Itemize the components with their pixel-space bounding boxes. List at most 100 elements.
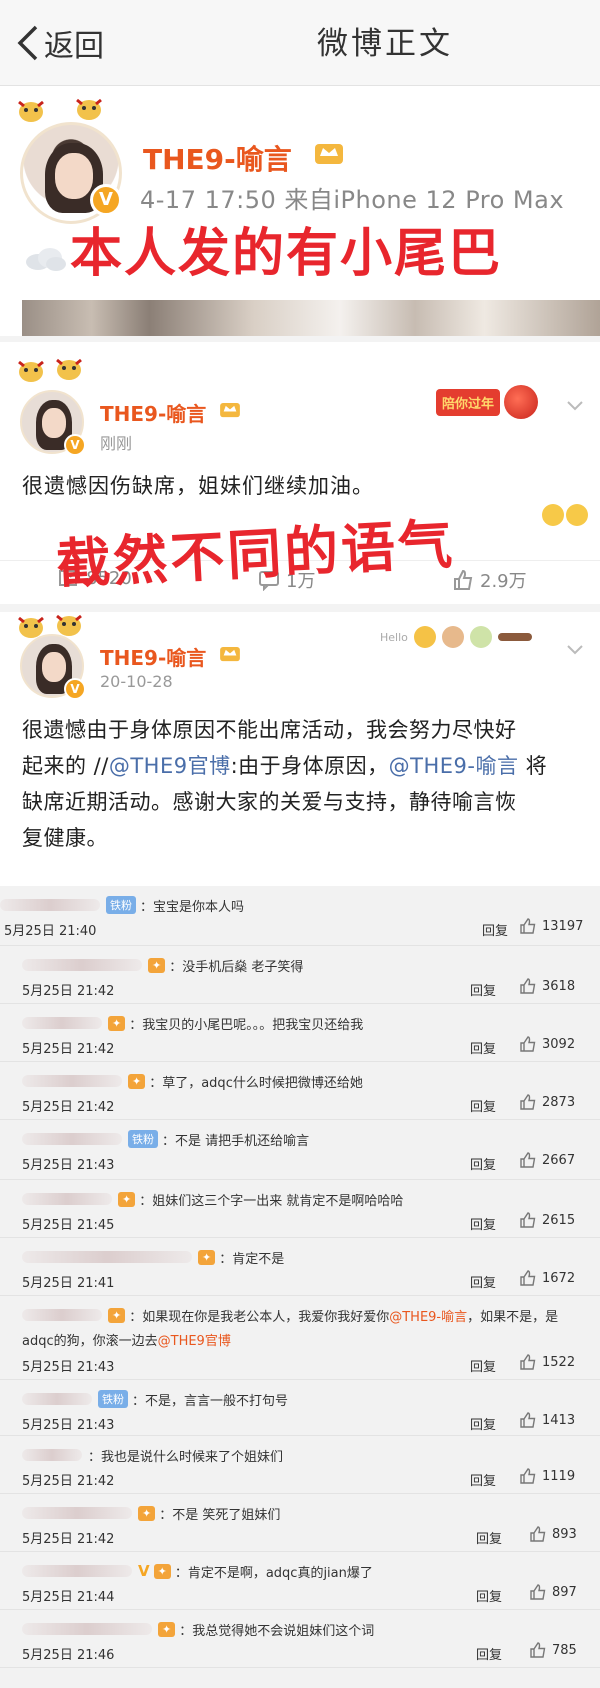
comment-text: ：不是，言言一般不打句号 [132, 1390, 288, 1409]
comment-line: ✦ ：不是 笑死了姐妹们 [22, 1504, 280, 1523]
thumbs-up-icon [520, 978, 536, 994]
comment-like-count: 3092 [542, 1036, 576, 1052]
comment-line: ✦ ：没手机后燊 老子笑得 [22, 956, 304, 975]
reply-button[interactable]: 回复 [470, 1356, 496, 1375]
comment-date: 5月25日 21:46 [22, 1648, 115, 1663]
reply-button[interactable]: 回复 [476, 1586, 502, 1605]
comment-like-button[interactable]: 13197 [520, 918, 583, 934]
thumbs-up-icon [520, 918, 536, 934]
blurred-username[interactable] [22, 1507, 132, 1519]
mention-link[interactable]: @THE9官博 [109, 754, 231, 778]
reply-button[interactable]: 回复 [476, 1644, 502, 1663]
comment-date: 5月25日 21:42 [22, 1100, 115, 1115]
post-body-line: 复健康。 [22, 826, 108, 850]
post-body-line: 起来的 //@THE9官博:由于身体原因，@THE9-喻言 将 [22, 748, 582, 784]
comment-text: ：草了，adqc什么时候把微博还给她 [149, 1072, 363, 1091]
comment-like-button[interactable]: 897 [530, 1584, 577, 1600]
ox-sticker-icon [56, 358, 82, 380]
fan-badge-icon: ✦ [138, 1505, 156, 1521]
comment-like-button[interactable]: 2667 [520, 1152, 575, 1168]
comment-date: 5月25日 21:45 [22, 1218, 115, 1233]
comment-text-part: ：不是 请把手机还给喻言 [162, 1133, 310, 1149]
thumbs-up-icon [530, 1526, 546, 1542]
like-button[interactable]: 2.9万 [452, 567, 527, 593]
crown-badge-icon [315, 144, 343, 164]
comment-like-button[interactable]: 2873 [520, 1094, 575, 1110]
comment-like-button[interactable]: 3092 [520, 1036, 575, 1052]
comment-date: 5月25日 21:41 [22, 1276, 115, 1291]
reply-button[interactable]: 回复 [482, 920, 508, 939]
comment-line: 铁粉 ：宝宝是你本人吗 [0, 896, 244, 915]
blurred-username[interactable] [22, 1075, 122, 1087]
comment-line: V ✦ ：肯定不是啊，adqc真的jian爆了 [22, 1562, 373, 1581]
comment-date: 5月25日 21:42 [22, 984, 115, 999]
username[interactable]: THE9-喻言 [100, 642, 206, 671]
blurred-username[interactable] [0, 899, 100, 911]
comment-line: ✦ ：我宝贝的小尾巴呢。。。把我宝贝还给我 [22, 1014, 363, 1033]
fan-badge-icon: ✦ [153, 1563, 171, 1579]
blurred-username[interactable] [22, 1449, 82, 1461]
comment-like-button[interactable]: 3618 [520, 978, 575, 994]
comment-text: ：宝宝是你本人吗 [140, 896, 244, 915]
chevron-down-icon[interactable] [566, 644, 584, 656]
comment-text-part: ：没手机后燊 老子笑得 [169, 959, 304, 975]
thumbs-up-icon [520, 1152, 536, 1168]
reply-button[interactable]: 回复 [470, 1414, 496, 1433]
fan-badge: 铁粉 [106, 896, 136, 914]
reply-button[interactable]: 回复 [470, 1096, 496, 1115]
reply-button[interactable]: 回复 [470, 1470, 496, 1489]
comment-item: ✦ ：没手机后燊 老子笑得 5月25日 21:42 回复 3618 [0, 946, 600, 1004]
comment-like-count: 13197 [542, 918, 584, 934]
crown-badge-icon [220, 647, 240, 662]
top-nav-bar: 返回 微博正文 [0, 0, 600, 86]
comment-like-button[interactable]: 1413 [520, 1412, 575, 1428]
reply-button[interactable]: 回复 [476, 1528, 502, 1547]
comment-item: 铁粉 ：不是，言言一般不打句号 5月25日 21:43 回复 1413 [0, 1380, 600, 1436]
username[interactable]: THE9-喻言 [143, 138, 292, 178]
blurred-username[interactable] [22, 1623, 152, 1635]
comment-line: ✦ ：肯定不是 [22, 1248, 284, 1267]
comment-like-count: 893 [552, 1526, 577, 1542]
fan-badge-icon: ✦ [108, 1307, 126, 1323]
comment-like-button[interactable]: 1672 [520, 1270, 575, 1286]
post-time: 20-10-28 [100, 672, 173, 691]
blurred-username[interactable] [22, 1309, 102, 1321]
reply-button[interactable]: 回复 [470, 980, 496, 999]
reply-button[interactable]: 回复 [470, 1154, 496, 1173]
blurred-username[interactable] [22, 1017, 102, 1029]
post-screenshot-1: V THE9-喻言 4-17 17:50 来自iPhone 12 Pro Max… [0, 86, 600, 336]
blurred-username[interactable] [22, 959, 142, 971]
annotation-overlay: 本人发的有小尾巴 [70, 224, 503, 284]
comment-text-part: ：我总觉得她不会说姐妹们这个词 [179, 1623, 375, 1639]
comment-date: 5月25日 21:43 [22, 1418, 115, 1433]
comment-like-button[interactable]: 2615 [520, 1212, 575, 1228]
mention-link[interactable]: @THE9-喻言 [389, 1310, 467, 1325]
comment-text-part: ：草了，adqc什么时候把微博还给她 [149, 1075, 363, 1091]
comment-like-button[interactable]: 1522 [520, 1354, 575, 1370]
fan-badge-icon: ✦ [118, 1191, 136, 1207]
comment-line: 铁粉 ：不是，言言一般不打句号 [22, 1390, 288, 1409]
blurred-username[interactable] [22, 1393, 92, 1405]
mention-link[interactable]: @THE9官博 [158, 1334, 231, 1349]
username[interactable]: THE9-喻言 [100, 398, 206, 427]
reply-button[interactable]: 回复 [470, 1214, 496, 1233]
comment-item: ✦ ：我总觉得她不会说姐妹们这个词 5月25日 21:46 回复 785 [0, 1610, 600, 1668]
blurred-username[interactable] [22, 1251, 192, 1263]
reply-button[interactable]: 回复 [470, 1272, 496, 1291]
comment-line: ✦ ：如果现在你是我老公本人，我爱你我好爱你@THE9-喻言，如果不是，是 [22, 1306, 559, 1325]
comment-like-button[interactable]: 785 [530, 1642, 577, 1658]
comment-like-button[interactable]: 893 [530, 1526, 577, 1542]
post-image-strip[interactable] [22, 300, 600, 336]
comment-text: ：我总觉得她不会说姐妹们这个词 [179, 1620, 374, 1639]
reply-button[interactable]: 回复 [470, 1038, 496, 1057]
mention-link[interactable]: @THE9-喻言 [389, 754, 519, 778]
blurred-username[interactable] [22, 1133, 122, 1145]
chevron-down-icon[interactable] [566, 400, 584, 412]
blurred-username[interactable] [22, 1193, 112, 1205]
fan-badge-icon: ✦ [128, 1073, 146, 1089]
comment-date: 5月25日 21:40 [4, 924, 97, 939]
crown-badge-icon [220, 403, 240, 418]
comment-text-part: ，如果不是，是 [467, 1309, 559, 1325]
blurred-username[interactable] [22, 1565, 132, 1577]
comment-like-button[interactable]: 1119 [520, 1468, 575, 1484]
